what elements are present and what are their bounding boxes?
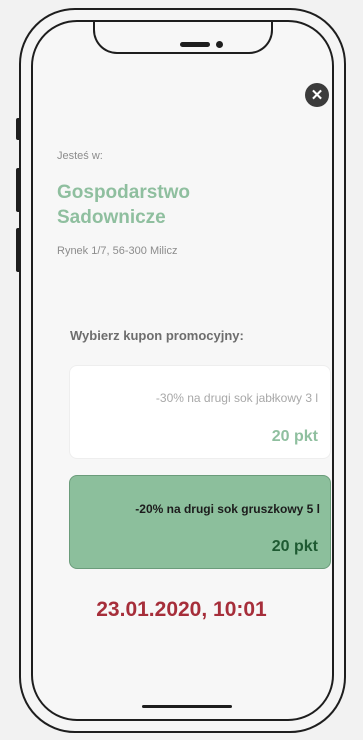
- coupon-description: -20% na drugi sok gruszkowy 5 l: [135, 502, 320, 516]
- speaker-icon: [180, 42, 210, 47]
- coupon-points: 20 pkt: [271, 428, 318, 445]
- camera-icon: [216, 41, 223, 48]
- phone-notch: [93, 22, 273, 54]
- home-indicator[interactable]: [142, 705, 232, 708]
- location-intro-label: Jesteś w:: [57, 150, 103, 162]
- coupon-points: 20 pkt: [271, 538, 318, 555]
- timestamp: 23.01.2020, 10:01: [96, 598, 267, 621]
- coupon-description: -30% na drugi sok jabłkowy 3 l: [155, 391, 318, 405]
- location-address: Rynek 1/7, 56-300 Milicz: [57, 245, 178, 257]
- close-button[interactable]: ✕: [305, 83, 329, 107]
- coupon-section-title: Wybierz kupon promocyjny:: [70, 328, 244, 343]
- coupon-card-pear-selected[interactable]: -20% na drugi sok gruszkowy 5 l 20 pkt: [69, 475, 331, 569]
- coupon-card-apple[interactable]: -30% na drugi sok jabłkowy 3 l 20 pkt: [69, 365, 331, 459]
- close-icon: ✕: [310, 86, 324, 104]
- location-name: Gospodarstwo Sadownicze: [57, 182, 191, 228]
